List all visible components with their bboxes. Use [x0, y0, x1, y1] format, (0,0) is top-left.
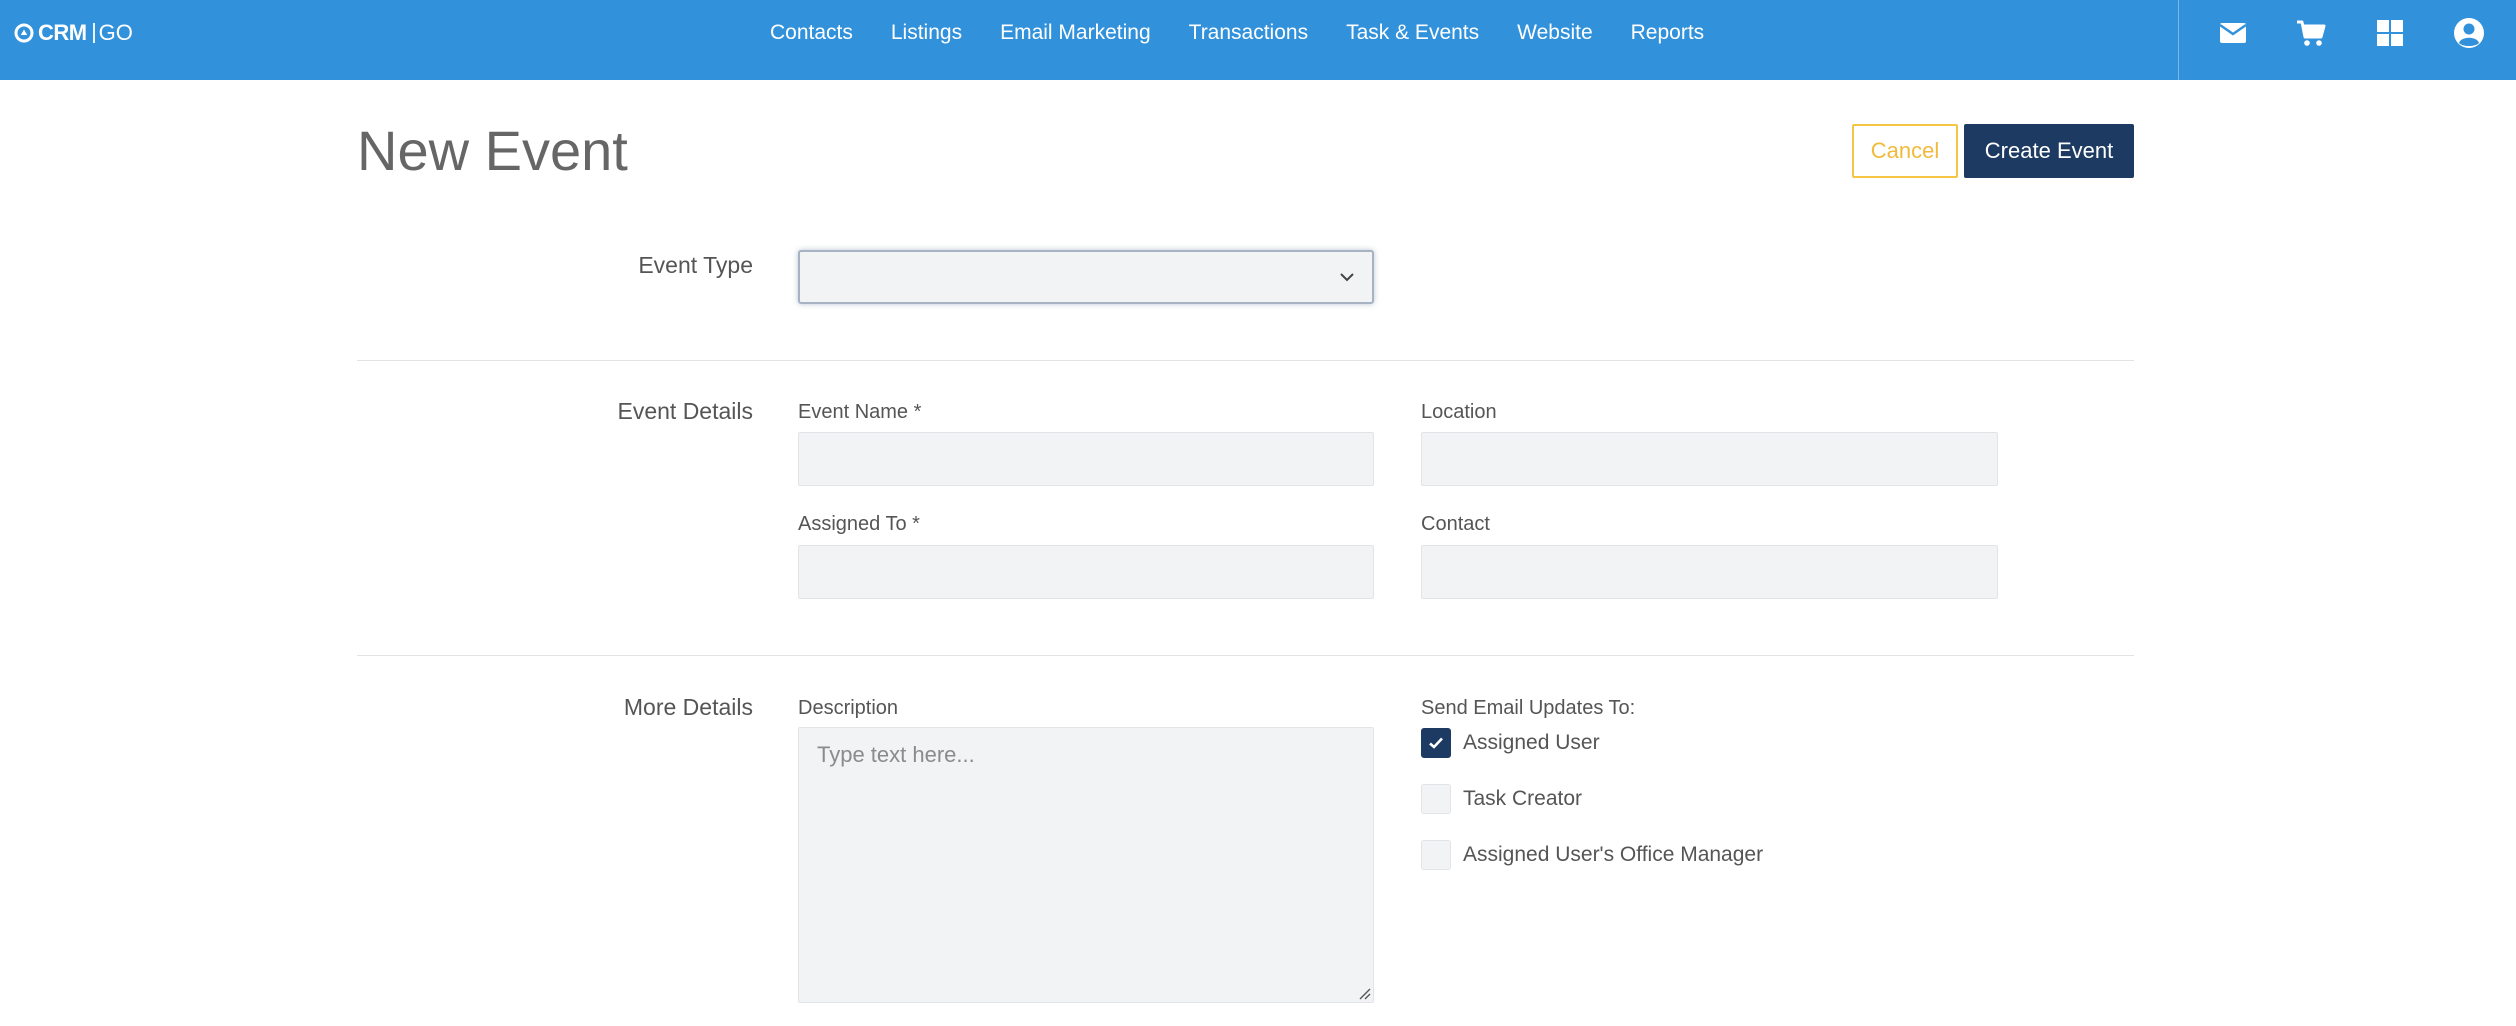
- logo-separator: [92, 23, 95, 43]
- logo-crm-text: CRM: [38, 20, 87, 45]
- checkbox-office-manager[interactable]: Assigned User's Office Manager: [1421, 840, 1763, 870]
- checkbox-label: Assigned User's Office Manager: [1463, 843, 1764, 866]
- section-divider: [357, 655, 2134, 656]
- event-name-field[interactable]: [798, 432, 1374, 486]
- crmgo-logo[interactable]: CRM GO: [14, 18, 133, 48]
- user-account-icon[interactable]: [2452, 16, 2486, 50]
- top-navbar: CRM GO Contacts Listings Email Marketing…: [0, 0, 2516, 80]
- description-placeholder: Type text here...: [817, 742, 975, 767]
- contact-label: Contact: [1421, 513, 1490, 535]
- checkbox-assigned-user[interactable]: Assigned User: [1421, 728, 1600, 758]
- cancel-button[interactable]: Cancel: [1852, 124, 1958, 178]
- page-title: New Event: [357, 119, 628, 182]
- checkbox-box[interactable]: [1421, 784, 1451, 814]
- cart-icon[interactable]: [2294, 16, 2328, 50]
- nav-reports[interactable]: Reports: [1631, 21, 1705, 45]
- event-type-select[interactable]: [798, 250, 1374, 304]
- assigned-to-field[interactable]: [798, 545, 1374, 599]
- contact-field[interactable]: [1421, 545, 1998, 599]
- nav-contacts[interactable]: Contacts: [770, 21, 853, 45]
- envelope-icon[interactable]: [2216, 16, 2250, 50]
- assigned-to-label: Assigned To *: [798, 513, 920, 535]
- event-name-label: Event Name *: [798, 401, 922, 423]
- nav-listings[interactable]: Listings: [891, 21, 962, 45]
- main-nav: Contacts Listings Email Marketing Transa…: [770, 0, 1742, 66]
- nav-transactions[interactable]: Transactions: [1189, 21, 1308, 45]
- checkbox-label: Task Creator: [1463, 787, 1583, 810]
- nav-task-events[interactable]: Task & Events: [1346, 21, 1479, 45]
- create-event-button[interactable]: Create Event: [1964, 124, 2134, 178]
- section-divider: [357, 360, 2134, 361]
- description-textarea[interactable]: Type text here...: [798, 727, 1374, 1003]
- checkbox-box[interactable]: [1421, 728, 1451, 758]
- more-details-section-label: More Details: [623, 694, 753, 720]
- send-updates-label: Send Email Updates To:: [1421, 697, 1636, 719]
- checkmark-icon: [1429, 737, 1443, 749]
- event-details-section-label: Event Details: [617, 398, 753, 424]
- event-type-label: Event Type: [638, 252, 753, 278]
- apps-grid-icon[interactable]: [2373, 16, 2407, 50]
- checkbox-task-creator[interactable]: Task Creator: [1421, 784, 1582, 814]
- resize-handle-icon[interactable]: [1355, 984, 1371, 1000]
- location-field[interactable]: [1421, 432, 1998, 486]
- chevron-down-icon: [1340, 273, 1354, 282]
- nav-website[interactable]: Website: [1517, 21, 1592, 45]
- logo-go-text: GO: [98, 20, 133, 45]
- nav-email-marketing[interactable]: Email Marketing: [1000, 21, 1151, 45]
- checkbox-box[interactable]: [1421, 840, 1451, 870]
- topbar-divider: [2178, 0, 2179, 80]
- description-label: Description: [798, 697, 899, 719]
- location-label: Location: [1421, 401, 1497, 423]
- logo-icon: [14, 23, 34, 43]
- checkbox-label: Assigned User: [1463, 731, 1600, 754]
